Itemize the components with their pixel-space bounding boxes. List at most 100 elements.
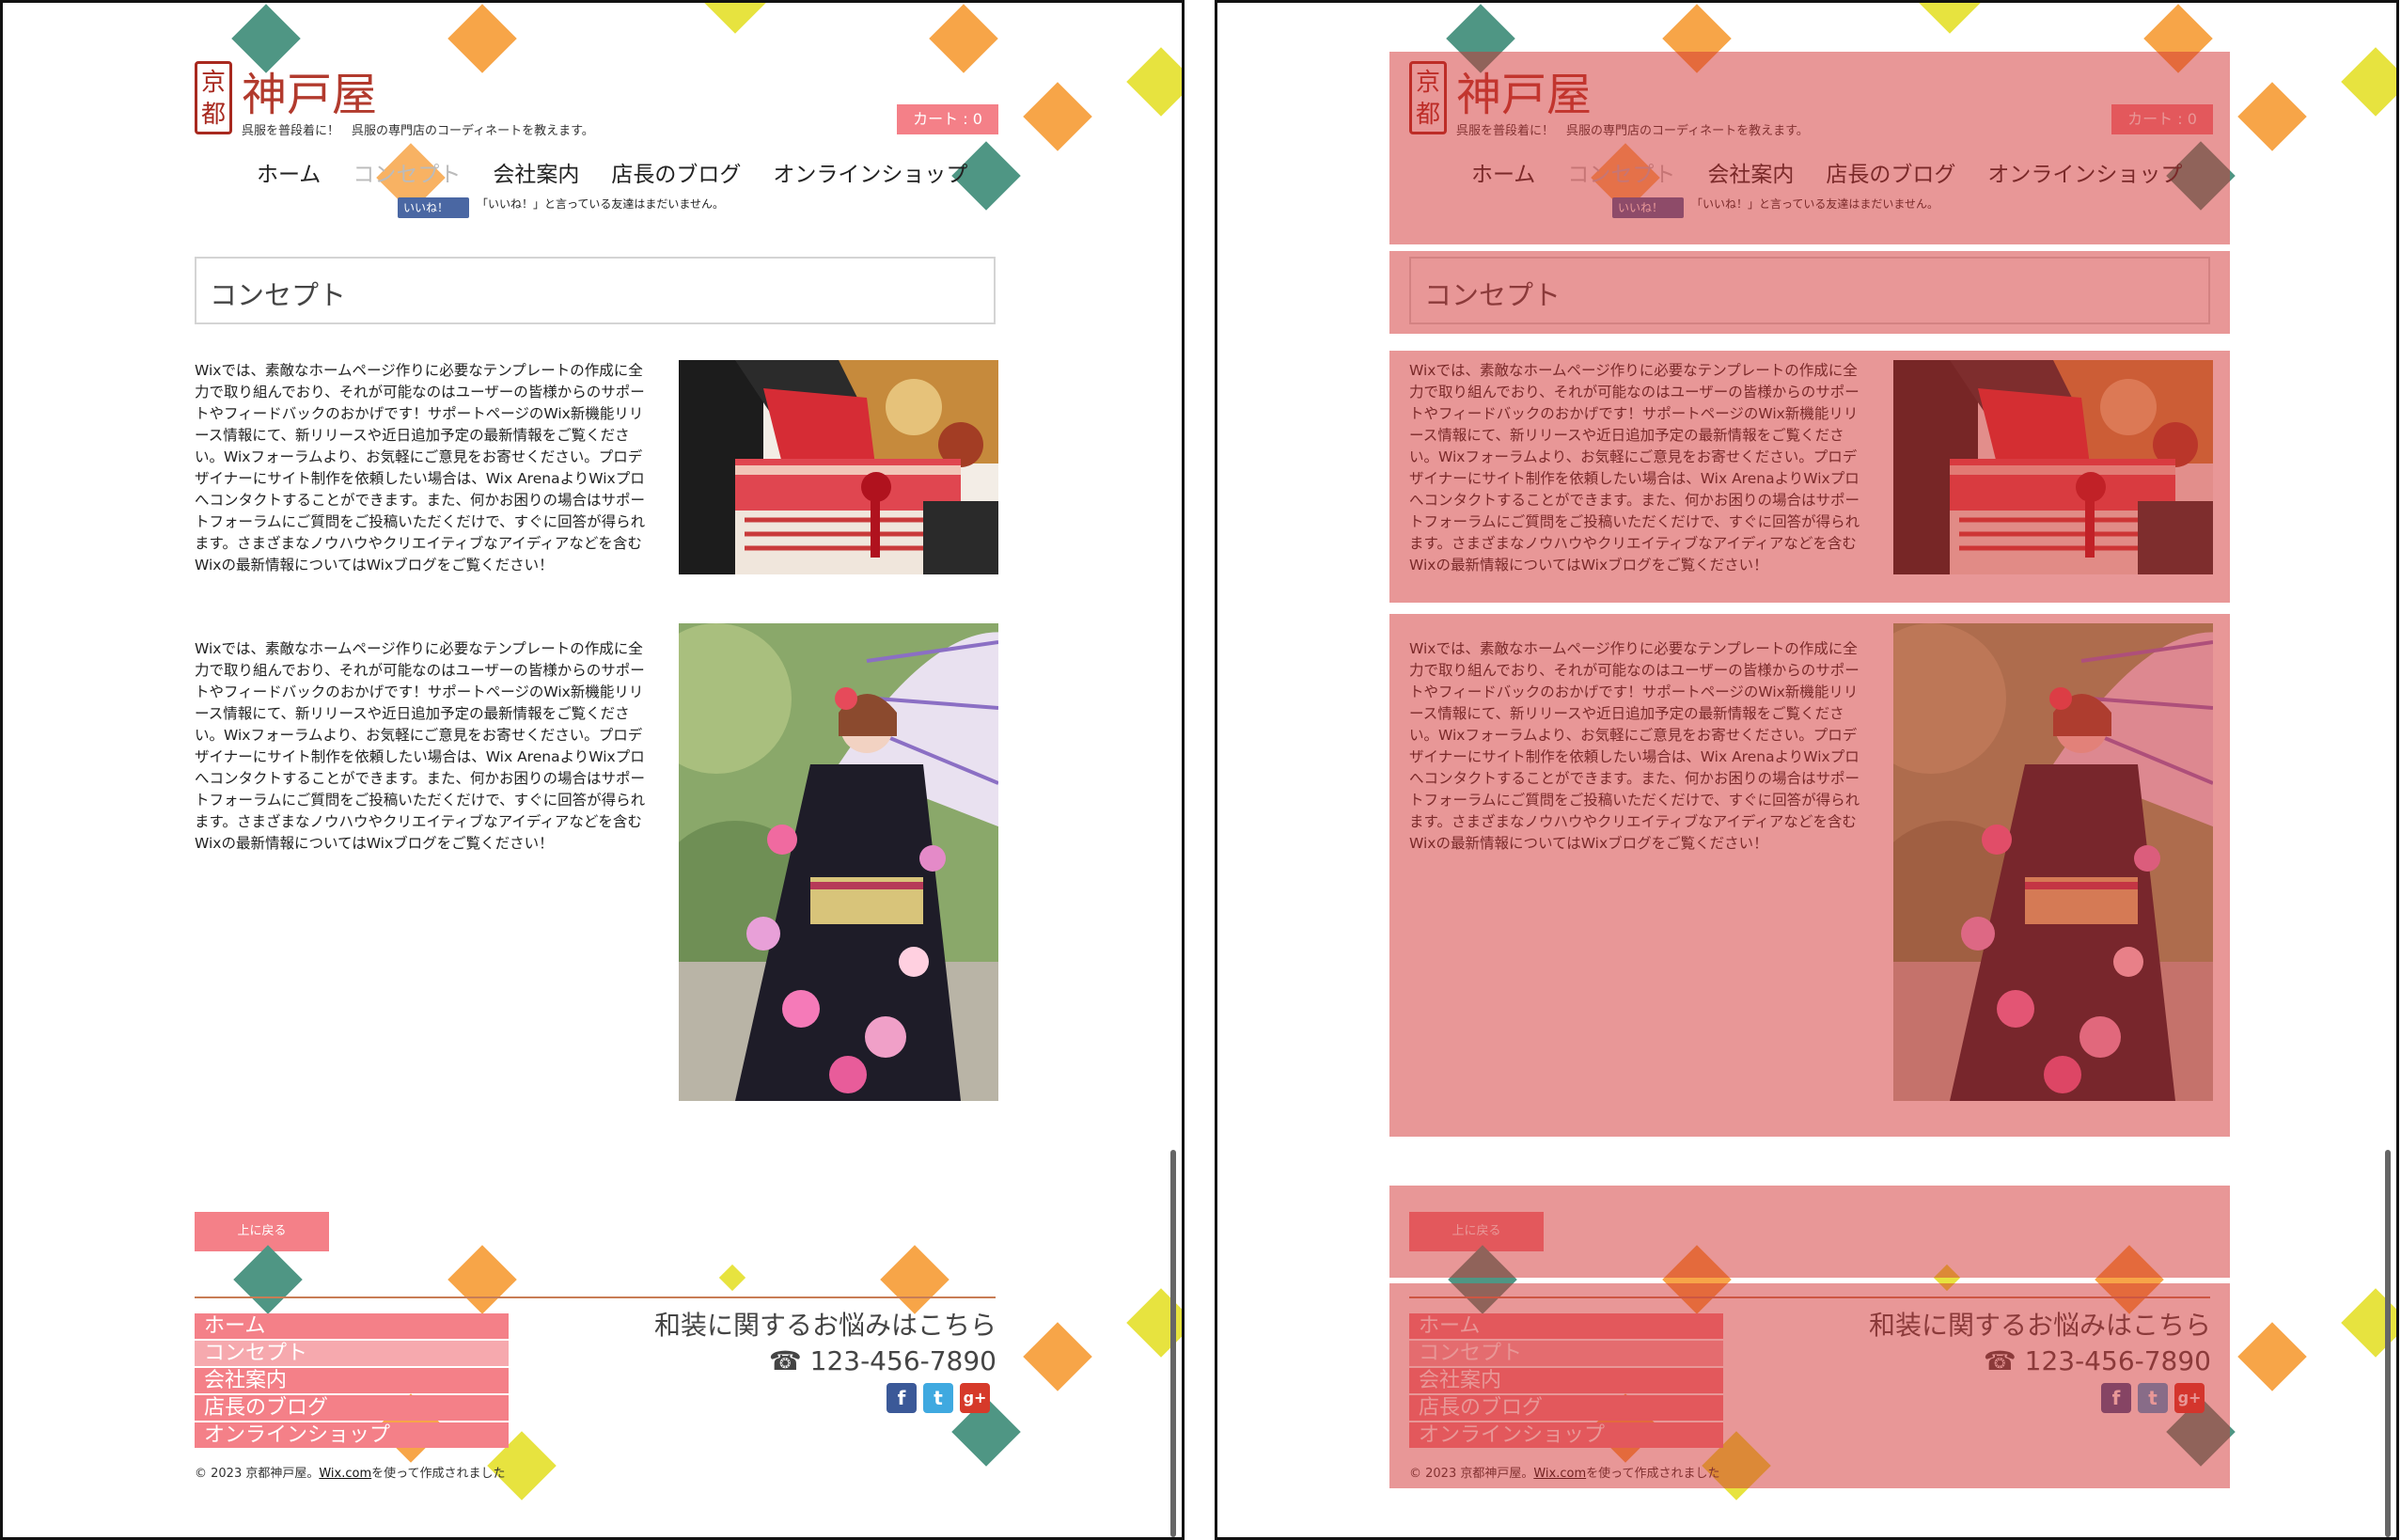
- page-title-box: コンセプト: [1409, 257, 2210, 324]
- decorative-diamond: [718, 1264, 746, 1292]
- main-nav: ホーム コンセプト 会社案内 店長のブログ オンラインショップ: [257, 156, 999, 190]
- footer-menu: ホーム コンセプト 会社案内 店長のブログ オンラインショップ: [1409, 1313, 1723, 1450]
- contact-heading: 和装に関するお悩みはこちら: [1868, 1310, 2211, 1341]
- facebook-like-button[interactable]: いいね！: [398, 197, 469, 218]
- site-tagline: 呉服を普段着に！ 呉服の専門店のコーディネートを教えます。: [1456, 124, 1809, 138]
- concept-paragraph-1: Wixでは、素敵なホームページ作りに必要なテンプレートの作成に全力で取り組んでお…: [195, 362, 646, 574]
- footer-divider: [195, 1296, 996, 1298]
- kimono-obi-image: [679, 360, 998, 574]
- facebook-like-text: 「いいね！」と言っている友達はまだいません。: [1691, 197, 1939, 211]
- page-title: コンセプト: [210, 279, 347, 311]
- contact-block: 和装に関するお悩みはこちら ☎ 123-456-7890: [1869, 1308, 2211, 1379]
- kimono-umbrella-image: [1893, 623, 2213, 1101]
- nav-item-concept[interactable]: コンセプト: [353, 156, 461, 190]
- decorative-diamond: [929, 4, 998, 73]
- nav-item-shop[interactable]: オンラインショップ: [1987, 156, 2182, 190]
- decorative-diamond: [1448, 1245, 1517, 1314]
- google-plus-icon[interactable]: g+: [2174, 1383, 2205, 1413]
- cart-button[interactable]: カート : 0: [897, 104, 998, 134]
- logo-seal-char: 都: [200, 101, 226, 129]
- scrollbar-thumb[interactable]: [1170, 1150, 1176, 1537]
- copyright: © 2023 京都神戸屋。Wix.comを使って作成されました: [195, 1463, 506, 1481]
- facebook-like-label: いいね！: [1618, 201, 1664, 214]
- site-tagline: 呉服を普段着に！ 呉服の専門店のコーディネートを教えます。: [242, 124, 594, 138]
- back-to-top-button[interactable]: 上に戻る: [1409, 1212, 1544, 1251]
- nav-item-blog[interactable]: 店長のブログ: [1826, 156, 1955, 190]
- footer-menu: ホーム コンセプト 会社案内 店長のブログ オンラインショップ: [195, 1313, 509, 1450]
- copyright-suffix: を使って作成されました: [1586, 1467, 1720, 1481]
- social-links: f t g+: [887, 1383, 996, 1413]
- scrollbar-thumb[interactable]: [2385, 1150, 2391, 1537]
- nav-item-company[interactable]: 会社案内: [493, 156, 579, 190]
- footer-item-blog[interactable]: 店長のブログ: [195, 1395, 509, 1421]
- nav-item-shop[interactable]: オンラインショップ: [773, 156, 967, 190]
- copyright-prefix: © 2023 京都神戸屋。: [1409, 1467, 1534, 1481]
- wix-link[interactable]: Wix.com: [319, 1467, 371, 1481]
- kimono-umbrella-photo: [679, 623, 998, 1101]
- footer-item-home[interactable]: ホーム: [1409, 1313, 1723, 1339]
- page-title-box: コンセプト: [195, 257, 996, 324]
- decorative-diamond: [1662, 4, 1732, 73]
- decorative-diamond: [1915, 3, 1985, 34]
- decorative-diamond: [2237, 82, 2307, 151]
- facebook-icon[interactable]: f: [2101, 1383, 2131, 1413]
- decorative-diamond: [1023, 82, 1092, 151]
- decorative-diamond: [2341, 47, 2396, 117]
- footer-item-concept[interactable]: コンセプト: [195, 1341, 509, 1366]
- concept-paragraph-1: Wixでは、素敵なホームページ作りに必要なテンプレートの作成に全力で取り組んでお…: [1409, 362, 1860, 574]
- contact-phone: ☎ 123-456-7890: [1983, 1345, 2211, 1376]
- decorative-diamond: [233, 1245, 303, 1314]
- logo-seal-char: 京: [1415, 69, 1440, 97]
- decorative-diamond: [1933, 1264, 1961, 1292]
- footer-item-company[interactable]: 会社案内: [195, 1368, 509, 1393]
- decorative-diamond: [2095, 1245, 2164, 1314]
- facebook-like-button[interactable]: いいね！: [1612, 197, 1684, 218]
- twitter-icon[interactable]: t: [923, 1383, 953, 1413]
- facebook-icon[interactable]: f: [887, 1383, 917, 1413]
- decorative-diamond: [2143, 4, 2213, 73]
- footer-divider: [1409, 1296, 2210, 1298]
- kimono-umbrella-photo: [1893, 623, 2213, 1101]
- screenshot-panel-original: 京 都 神戸屋 呉服を普段着に！ 呉服の専門店のコーディネートを教えます。 カー…: [0, 0, 1185, 1540]
- cart-button[interactable]: カート : 0: [2111, 104, 2213, 134]
- social-links: f t g+: [2101, 1383, 2211, 1413]
- decorative-diamond: [447, 1245, 517, 1314]
- logo-seal[interactable]: 京 都: [1409, 61, 1447, 134]
- footer-item-concept[interactable]: コンセプト: [1409, 1341, 1723, 1366]
- facebook-like-label: いいね！: [403, 201, 449, 214]
- nav-item-company[interactable]: 会社案内: [1707, 156, 1794, 190]
- twitter-icon[interactable]: t: [2138, 1383, 2168, 1413]
- copyright-prefix: © 2023 京都神戸屋。: [195, 1467, 320, 1481]
- wix-link[interactable]: Wix.com: [1533, 1467, 1586, 1481]
- logo-seal-char: 京: [200, 69, 226, 97]
- footer-item-home[interactable]: ホーム: [195, 1313, 509, 1339]
- kimono-obi-photo: [679, 360, 998, 574]
- nav-item-home[interactable]: ホーム: [1471, 156, 1535, 190]
- site-title[interactable]: 神戸屋: [242, 57, 377, 123]
- page-title: コンセプト: [1424, 279, 1561, 311]
- footer-item-company[interactable]: 会社案内: [1409, 1368, 1723, 1393]
- decorative-diamond: [2237, 1322, 2307, 1391]
- contact-phone: ☎ 123-456-7890: [768, 1345, 996, 1376]
- facebook-like-widget: いいね！ 「いいね！」と言っている友達はまだいません。: [398, 197, 742, 218]
- kimono-obi-image: [1893, 360, 2213, 574]
- footer-item-blog[interactable]: 店長のブログ: [1409, 1395, 1723, 1421]
- nav-item-concept[interactable]: コンセプト: [1567, 156, 1675, 190]
- nav-item-home[interactable]: ホーム: [257, 156, 321, 190]
- logo-seal[interactable]: 京 都: [195, 61, 232, 134]
- google-plus-icon[interactable]: g+: [960, 1383, 990, 1413]
- decorative-diamond: [1126, 47, 1182, 117]
- facebook-like-text: 「いいね！」と言っている友達はまだいません。: [477, 197, 725, 211]
- decorative-diamond: [1023, 1322, 1092, 1391]
- footer-item-shop[interactable]: オンラインショップ: [1409, 1422, 1723, 1448]
- kimono-obi-photo: [1893, 360, 2213, 574]
- concept-paragraph-2: Wixでは、素敵なホームページ作りに必要なテンプレートの作成に全力で取り組んでお…: [1409, 640, 1860, 852]
- site-page: 京 都 神戸屋 呉服を普段着に！ 呉服の専門店のコーディネートを教えます。 カー…: [3, 3, 1182, 1537]
- site-title[interactable]: 神戸屋: [1456, 57, 1592, 123]
- footer-item-shop[interactable]: オンラインショップ: [195, 1422, 509, 1448]
- decorative-diamond: [447, 4, 517, 73]
- screenshot-panel-annotated: 京 都 神戸屋 呉服を普段着に！ 呉服の専門店のコーディネートを教えます。 カー…: [1215, 0, 2399, 1540]
- nav-item-blog[interactable]: 店長のブログ: [611, 156, 741, 190]
- logo-seal-char: 都: [1415, 101, 1440, 129]
- back-to-top-button[interactable]: 上に戻る: [195, 1212, 329, 1251]
